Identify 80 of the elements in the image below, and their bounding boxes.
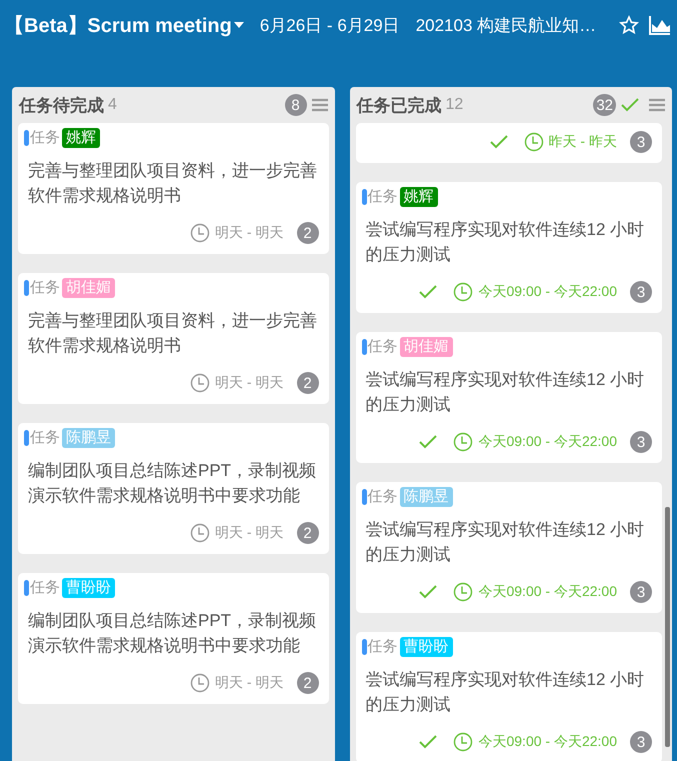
- type-marker-icon: [362, 188, 366, 204]
- type-marker-icon: [362, 338, 366, 354]
- due-time: 今天09:00 - 今天22:00: [478, 433, 617, 451]
- date-range: 6月26日 - 6月29日: [260, 14, 400, 36]
- task-type-label: 任务: [368, 637, 398, 656]
- clock-icon: [190, 373, 210, 393]
- task-description: 尝试编写程序实现对软件连续12 小时的压力测试: [366, 519, 646, 566]
- count-badge: 3: [630, 581, 652, 603]
- type-marker-icon: [24, 130, 29, 146]
- task-description: 尝试编写程序实现对软件连续12 小时的压力测试: [366, 669, 646, 716]
- clock-icon: [453, 582, 474, 602]
- task-type-label: 任务: [30, 428, 60, 447]
- type-marker-icon: [362, 488, 366, 504]
- task-description: 编制团队项目总结陈述PPT，录制视频演示软件需求规格说明书中要求功能: [28, 460, 318, 507]
- task-card[interactable]: 任务 陈鹏昱 编制团队项目总结陈述PPT，录制视频演示软件需求规格说明书中要求功能 明天 - 明天 2: [18, 423, 328, 554]
- clock-icon: [190, 673, 210, 693]
- task-description: 编制团队项目总结陈述PPT，录制视频演示软件需求规格说明书中要求功能: [28, 610, 318, 657]
- assignee-tag: 胡佳媚: [62, 278, 115, 298]
- chart-icon[interactable]: [649, 15, 671, 35]
- count-badge: 8: [284, 94, 306, 116]
- task-card[interactable]: 任务 姚辉 尝试编写程序实现对软件连续12 小时的压力测试 今天09:00 - 今天22:00 3: [356, 182, 662, 313]
- assignee-tag: 胡佳媚: [400, 336, 452, 356]
- clock-icon: [453, 282, 474, 302]
- assignee-tag: 曹盼盼: [400, 636, 452, 656]
- due-time: 明天 - 明天: [215, 524, 284, 542]
- task-type-label: 任务: [368, 337, 398, 356]
- count-badge: 3: [630, 731, 652, 753]
- task-type-label: 任务: [30, 578, 60, 597]
- task-card[interactable]: 任务 陈鹏昱 尝试编写程序实现对软件连续12 小时的压力测试 今天09:00 - 今天22:00 3: [356, 482, 662, 613]
- type-marker-icon: [24, 280, 29, 296]
- task-card[interactable]: 任务 胡佳媚 尝试编写程序实现对软件连续12 小时的压力测试 今天09:00 - 今天22:00 3: [356, 332, 662, 463]
- column-count: 12: [446, 96, 464, 114]
- clock-icon: [453, 732, 474, 752]
- assignee-tag: 姚辉: [400, 186, 438, 206]
- due-time: 明天 - 明天: [215, 374, 284, 392]
- star-icon[interactable]: [619, 15, 639, 35]
- count-badge: 3: [630, 131, 652, 153]
- column-title: 任务待完成: [19, 94, 104, 116]
- task-type-label: 任务: [30, 278, 60, 297]
- assignee-tag: 曹盼盼: [62, 578, 115, 598]
- clock-icon: [190, 523, 210, 543]
- type-marker-icon: [24, 580, 29, 596]
- column-title: 任务已完成: [356, 94, 442, 116]
- board-title[interactable]: 【Beta】Scrum meeting: [4, 12, 232, 38]
- assignee-tag: 姚辉: [62, 128, 100, 148]
- clock-icon: [453, 432, 474, 452]
- assignee-tag: 陈鹏昱: [400, 486, 452, 506]
- task-card[interactable]: 任务 曹盼盼 尝试编写程序实现对软件连续12 小时的压力测试 今天09:00 - 今天22:00 3: [356, 632, 662, 761]
- count-badge: 2: [296, 522, 318, 544]
- type-marker-icon: [24, 430, 29, 446]
- count-badge: 2: [296, 222, 318, 244]
- task-description: 完善与整理团队项目资料，进一步完善软件需求规格说明书: [28, 310, 318, 357]
- count-badge: 2: [296, 372, 318, 394]
- due-time: 今天09:00 - 今天22:00: [478, 733, 617, 751]
- due-time: 今天09:00 - 今天22:00: [478, 283, 617, 301]
- count-badge: 3: [630, 431, 652, 453]
- scrollbar[interactable]: [665, 507, 670, 747]
- task-type-label: 任务: [368, 487, 398, 506]
- type-marker-icon: [362, 638, 366, 654]
- task-description: 尝试编写程序实现对软件连续12 小时的压力测试: [366, 219, 646, 266]
- task-description: 完善与整理团队项目资料，进一步完善软件需求规格说明书: [28, 160, 318, 207]
- due-time: 昨天 - 昨天: [548, 133, 617, 151]
- caret-icon[interactable]: [234, 22, 244, 28]
- clock-icon: [190, 223, 210, 243]
- count-badge: 3: [630, 281, 652, 303]
- project-name: 202103 构建民航业知…: [416, 14, 596, 36]
- assignee-tag: 陈鹏昱: [62, 428, 115, 448]
- count-badge: 32: [593, 94, 616, 116]
- column-count: 4: [108, 96, 117, 114]
- task-type-label: 任务: [30, 128, 60, 147]
- task-card[interactable]: 任务 胡佳媚 完善与整理团队项目资料，进一步完善软件需求规格说明书 明天 - 明天 2: [18, 273, 328, 404]
- clock-icon: [524, 132, 544, 152]
- due-time: 明天 - 明天: [215, 674, 284, 692]
- task-card[interactable]: 任务 曹盼盼 编制团队项目总结陈述PPT，录制视频演示软件需求规格说明书中要求功能 明天 - 明天 2: [18, 573, 328, 704]
- count-badge: 2: [296, 672, 318, 694]
- task-type-label: 任务: [368, 187, 398, 206]
- due-time: 明天 - 明天: [215, 224, 284, 242]
- due-time: 今天09:00 - 今天22:00: [478, 583, 617, 601]
- task-card[interactable]: 任务 姚辉 完善与整理团队项目资料，进一步完善软件需求规格说明书 明天 - 明天 2: [18, 123, 328, 254]
- task-description: 尝试编写程序实现对软件连续12 小时的压力测试: [366, 369, 646, 416]
